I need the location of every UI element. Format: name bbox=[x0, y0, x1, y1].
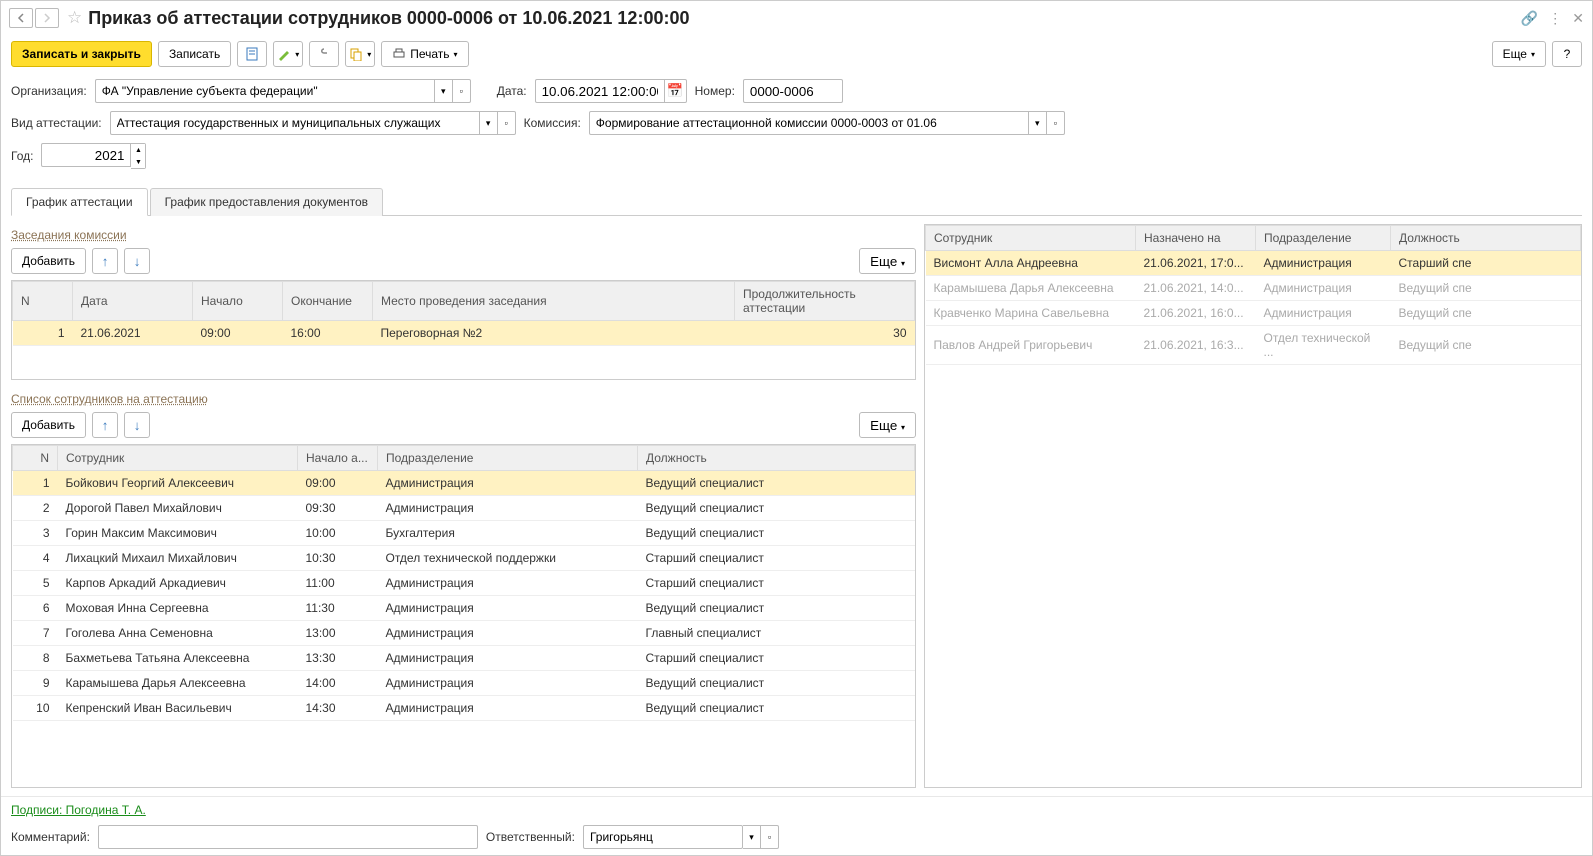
col-start: Начало bbox=[193, 282, 283, 321]
att-type-open-button[interactable]: ▫ bbox=[498, 111, 516, 135]
col-dept: Подразделение bbox=[378, 446, 638, 471]
col-employee: Сотрудник bbox=[926, 226, 1136, 251]
col-start: Начало а... bbox=[298, 446, 378, 471]
table-row[interactable]: 2Дорогой Павел Михайлович09:30Администра… bbox=[13, 496, 915, 521]
col-n: N bbox=[13, 446, 58, 471]
col-n: N bbox=[13, 282, 73, 321]
col-dept: Подразделение bbox=[1256, 226, 1391, 251]
meetings-table[interactable]: N Дата Начало Окончание Место проведения… bbox=[12, 281, 915, 346]
col-position: Должность bbox=[1391, 226, 1581, 251]
responsible-label: Ответственный: bbox=[486, 830, 575, 844]
page-title: Приказ об аттестации сотрудников 0000-00… bbox=[88, 8, 689, 29]
table-row[interactable]: 10Кепренский Иван Васильевич14:30Админис… bbox=[13, 696, 915, 721]
attach-icon-button[interactable] bbox=[309, 41, 339, 67]
table-row[interactable]: Павлов Андрей Григорьевич21.06.2021, 16:… bbox=[926, 326, 1581, 365]
assignments-table[interactable]: Сотрудник Назначено на Подразделение Дол… bbox=[925, 225, 1581, 365]
more-button[interactable]: Еще ▾ bbox=[1492, 41, 1546, 67]
commission-input[interactable] bbox=[589, 111, 1029, 135]
help-button[interactable]: ? bbox=[1552, 41, 1582, 67]
col-duration: Продолжительность аттестации bbox=[735, 282, 915, 321]
table-row[interactable]: Карамышева Дарья Алексеевна21.06.2021, 1… bbox=[926, 276, 1581, 301]
date-label: Дата: bbox=[497, 84, 527, 98]
org-input[interactable] bbox=[95, 79, 435, 103]
att-type-input[interactable] bbox=[110, 111, 480, 135]
table-row[interactable]: 1Бойкович Георгий Алексеевич09:00Админис… bbox=[13, 471, 915, 496]
year-up-button[interactable]: ▲ bbox=[131, 144, 145, 156]
responsible-dropdown-button[interactable]: ▾ bbox=[743, 825, 761, 849]
save-button[interactable]: Записать bbox=[158, 41, 231, 67]
att-type-label: Вид аттестации: bbox=[11, 116, 102, 130]
comment-label: Комментарий: bbox=[11, 830, 90, 844]
col-end: Окончание bbox=[283, 282, 373, 321]
responsible-open-button[interactable]: ▫ bbox=[761, 825, 779, 849]
employees-move-down-button[interactable]: ↓ bbox=[124, 412, 150, 438]
org-open-button[interactable]: ▫ bbox=[453, 79, 471, 103]
org-label: Организация: bbox=[11, 84, 87, 98]
document-icon-button[interactable] bbox=[237, 41, 267, 67]
employees-group-title: Список сотрудников на аттестацию bbox=[11, 392, 916, 406]
calendar-button[interactable]: 📅 bbox=[665, 79, 687, 103]
year-input[interactable] bbox=[41, 143, 131, 167]
table-row[interactable]: 8Бахметьева Татьяна Алексеевна13:30Админ… bbox=[13, 646, 915, 671]
employees-add-button[interactable]: Добавить bbox=[11, 412, 86, 438]
link-icon[interactable]: 🔗 bbox=[1521, 10, 1538, 27]
year-label: Год: bbox=[11, 149, 33, 163]
copy-icon-button[interactable]: ▾ bbox=[345, 41, 375, 67]
org-dropdown-button[interactable]: ▾ bbox=[435, 79, 453, 103]
favorite-icon[interactable]: ☆ bbox=[67, 8, 82, 28]
back-button[interactable] bbox=[9, 8, 33, 28]
date-input[interactable] bbox=[535, 79, 665, 103]
tab-schedule[interactable]: График аттестации bbox=[11, 188, 148, 216]
table-row[interactable]: 5Карпов Аркадий Аркадиевич11:00Администр… bbox=[13, 571, 915, 596]
table-row[interactable]: 4Лихацкий Михаил Михайлович10:30Отдел те… bbox=[13, 546, 915, 571]
col-assigned: Назначено на bbox=[1136, 226, 1256, 251]
meetings-group-title: Заседания комиссии bbox=[11, 228, 916, 242]
number-input[interactable] bbox=[743, 79, 843, 103]
col-place: Место проведения заседания bbox=[373, 282, 735, 321]
print-button[interactable]: Печать▾ bbox=[381, 41, 468, 67]
employees-table[interactable]: N Сотрудник Начало а... Подразделение До… bbox=[12, 445, 915, 721]
table-row[interactable]: 7Гоголева Анна Семеновна13:00Администрац… bbox=[13, 621, 915, 646]
forward-button[interactable] bbox=[35, 8, 59, 28]
att-type-dropdown-button[interactable]: ▾ bbox=[480, 111, 498, 135]
table-row[interactable]: 3Горин Максим Максимович10:00Бухгалтерия… bbox=[13, 521, 915, 546]
commission-dropdown-button[interactable]: ▾ bbox=[1029, 111, 1047, 135]
table-row[interactable]: 121.06.202109:0016:00Переговорная №230 bbox=[13, 321, 915, 346]
tab-docs[interactable]: График предоставления документов bbox=[150, 188, 383, 216]
marker-icon-button[interactable]: ▾ bbox=[273, 41, 303, 67]
col-date: Дата bbox=[73, 282, 193, 321]
table-row[interactable]: 6Моховая Инна Сергеевна11:30Администраци… bbox=[13, 596, 915, 621]
kebab-icon[interactable]: ⋮ bbox=[1548, 10, 1562, 27]
meetings-more-button[interactable]: Еще ▾ bbox=[859, 248, 916, 274]
col-employee: Сотрудник bbox=[58, 446, 298, 471]
table-row[interactable]: 9Карамышева Дарья Алексеевна14:00Админис… bbox=[13, 671, 915, 696]
number-label: Номер: bbox=[695, 84, 735, 98]
col-position: Должность bbox=[638, 446, 915, 471]
save-close-button[interactable]: Записать и закрыть bbox=[11, 41, 152, 67]
table-row[interactable]: Висмонт Алла Андреевна21.06.2021, 17:0..… bbox=[926, 251, 1581, 276]
employees-move-up-button[interactable]: ↑ bbox=[92, 412, 118, 438]
commission-open-button[interactable]: ▫ bbox=[1047, 111, 1065, 135]
employees-more-button[interactable]: Еще ▾ bbox=[859, 412, 916, 438]
table-row[interactable]: Кравченко Марина Савельевна21.06.2021, 1… bbox=[926, 301, 1581, 326]
signatures-link[interactable]: Подписи: Погодина Т. А. bbox=[11, 803, 146, 817]
responsible-input[interactable] bbox=[583, 825, 743, 849]
meetings-move-down-button[interactable]: ↓ bbox=[124, 248, 150, 274]
meetings-move-up-button[interactable]: ↑ bbox=[92, 248, 118, 274]
meetings-add-button[interactable]: Добавить bbox=[11, 248, 86, 274]
commission-label: Комиссия: bbox=[524, 116, 581, 130]
year-down-button[interactable]: ▼ bbox=[131, 156, 145, 168]
comment-input[interactable] bbox=[98, 825, 478, 849]
close-icon[interactable]: ✕ bbox=[1572, 10, 1584, 27]
